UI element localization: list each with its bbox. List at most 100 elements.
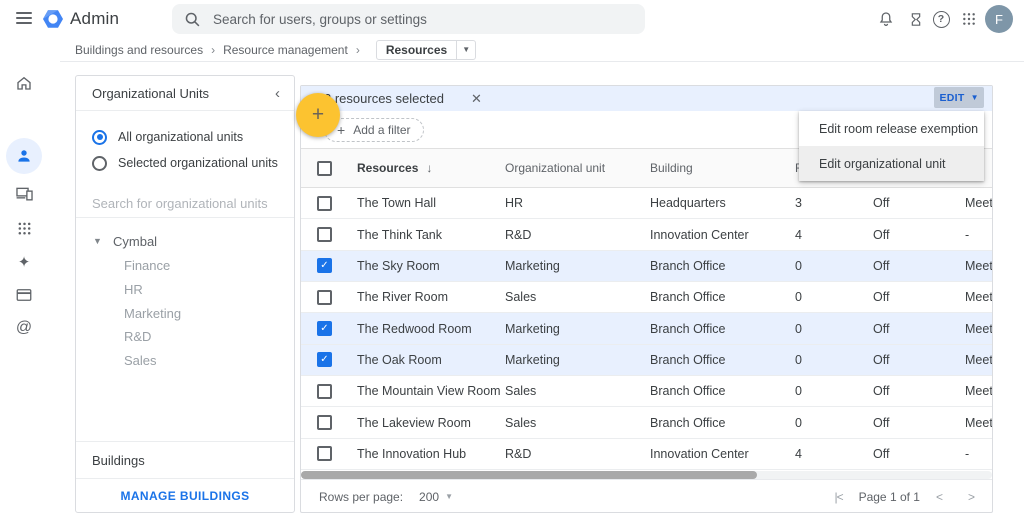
resource-name: The Think Tank xyxy=(357,228,505,242)
resource-building: Headquarters xyxy=(650,196,795,210)
resource-org-unit: Marketing xyxy=(505,322,650,336)
breadcrumb: Buildings and resources › Resource manag… xyxy=(60,38,1024,62)
tree-item-finance[interactable]: Finance xyxy=(76,254,294,278)
nav-directory-users-icon[interactable] xyxy=(13,145,35,167)
table-row[interactable]: ✓ The Redwood Room Marketing Branch Offi… xyxy=(301,313,992,344)
breadcrumb-buildings-and-resources[interactable]: Buildings and resources xyxy=(75,43,203,57)
column-header-building[interactable]: Building xyxy=(650,161,795,175)
resource-building: Branch Office xyxy=(650,384,795,398)
resource-floor: 0 xyxy=(795,353,873,367)
resource-name: The Redwood Room xyxy=(357,322,505,336)
product-name: Admin xyxy=(70,9,119,29)
tasks-hourglass-icon[interactable] xyxy=(906,9,926,29)
help-icon[interactable]: ? xyxy=(931,9,951,29)
menu-item-edit-organizational-unit[interactable]: Edit organizational unit xyxy=(799,146,984,181)
next-page-icon[interactable]: > xyxy=(968,490,974,504)
radio-selected-org-units[interactable]: Selected organizational units xyxy=(92,150,278,176)
table-row[interactable]: The Town Hall HR Headquarters 3 Off Meet xyxy=(301,188,992,219)
table-row[interactable]: The Think Tank R&D Innovation Center 4 O… xyxy=(301,219,992,250)
nav-generative-ai-sparkle-icon[interactable]: ✦ xyxy=(13,251,35,273)
clear-selection-icon[interactable]: ✕ xyxy=(471,91,482,107)
row-checkbox[interactable]: ✓ xyxy=(317,352,332,367)
edit-button[interactable]: EDIT ▼ xyxy=(934,87,984,108)
org-units-search[interactable] xyxy=(76,190,294,218)
rows-per-page-select[interactable]: 200 ▼ xyxy=(419,490,453,504)
breadcrumb-current-page-chip[interactable]: Resources ▼ xyxy=(376,40,476,60)
resource-org-unit: R&D xyxy=(505,447,650,461)
tree-expand-icon[interactable]: ▼ xyxy=(93,236,107,246)
row-checkbox[interactable] xyxy=(317,384,332,399)
breadcrumb-separator-icon: › xyxy=(356,43,360,57)
resource-org-unit: Marketing xyxy=(505,259,650,273)
resource-org-unit: Sales xyxy=(505,290,650,304)
column-header-organizational-unit[interactable]: Organizational unit xyxy=(505,161,650,175)
select-all-checkbox[interactable] xyxy=(317,161,332,176)
table-footer: Rows per page: 200 ▼ |< Page 1 of 1 < > xyxy=(301,479,992,513)
resource-name: The Lakeview Room xyxy=(357,416,505,430)
resource-name: The River Room xyxy=(357,290,505,304)
search-input[interactable] xyxy=(213,12,633,27)
resource-auto-release: Off xyxy=(873,416,965,430)
chevron-down-icon: ▼ xyxy=(971,93,979,102)
resource-auto-release: Off xyxy=(873,447,965,461)
resource-building: Branch Office xyxy=(650,322,795,336)
breadcrumb-separator-icon: › xyxy=(211,43,215,57)
main-menu-icon[interactable] xyxy=(16,12,32,24)
nav-billing-icon[interactable] xyxy=(13,284,35,306)
collapse-panel-chevron-icon[interactable]: ‹ xyxy=(275,85,280,102)
manage-buildings-button[interactable]: MANAGE BUILDINGS xyxy=(76,478,294,512)
tree-item-cymbal[interactable]: ▼ Cymbal xyxy=(76,228,294,254)
selection-count: 3 resources selected xyxy=(324,91,444,106)
resource-auto-release: Off xyxy=(873,259,965,273)
table-row[interactable]: ✓ The Oak Room Marketing Branch Office 0… xyxy=(301,345,992,376)
table-row[interactable]: The Mountain View Room Sales Branch Offi… xyxy=(301,376,992,407)
edit-dropdown-menu: Edit room release exemption Edit organiz… xyxy=(799,111,984,181)
chevron-down-icon[interactable]: ▼ xyxy=(456,41,475,59)
selection-toolbar: 3 resources selected ✕ EDIT ▼ xyxy=(301,86,992,111)
table-row[interactable]: The Innovation Hub R&D Innovation Center… xyxy=(301,439,992,470)
resource-floor: 0 xyxy=(795,259,873,273)
menu-item-edit-room-release-exemption[interactable]: Edit room release exemption xyxy=(799,111,984,146)
row-checkbox[interactable] xyxy=(317,227,332,242)
breadcrumb-resource-management[interactable]: Resource management xyxy=(223,43,348,57)
apps-grid-icon[interactable] xyxy=(959,9,979,29)
nav-account-at-icon[interactable]: @ xyxy=(13,317,35,339)
table-row[interactable]: The River Room Sales Branch Office 0 Off… xyxy=(301,282,992,313)
page-indicator: Page 1 of 1 xyxy=(859,490,920,504)
resource-building: Branch Office xyxy=(650,290,795,304)
search-bar[interactable] xyxy=(172,4,645,34)
tree-item-sales[interactable]: Sales xyxy=(76,349,294,373)
row-checkbox[interactable] xyxy=(317,196,332,211)
nav-apps-icon[interactable] xyxy=(13,217,35,239)
row-checkbox[interactable] xyxy=(317,415,332,430)
tree-item-r-d[interactable]: R&D xyxy=(76,325,294,349)
org-units-search-input[interactable] xyxy=(92,190,278,217)
tree-item-marketing[interactable]: Marketing xyxy=(76,301,294,325)
plus-icon: + xyxy=(337,122,345,138)
row-checkbox[interactable] xyxy=(317,290,332,305)
tree-item-hr[interactable]: HR xyxy=(76,278,294,302)
previous-page-icon[interactable]: < xyxy=(936,490,942,504)
resource-name: The Sky Room xyxy=(357,259,505,273)
horizontal-scrollbar[interactable] xyxy=(301,471,992,479)
column-header-resources[interactable]: Resources↓ xyxy=(357,161,505,175)
notifications-bell-icon[interactable] xyxy=(876,9,896,29)
table-row[interactable]: The Lakeview Room Sales Branch Office 0 … xyxy=(301,407,992,438)
resource-name: The Oak Room xyxy=(357,353,505,367)
table-row[interactable]: ✓ The Sky Room Marketing Branch Office 0… xyxy=(301,251,992,282)
row-checkbox[interactable]: ✓ xyxy=(317,258,332,273)
resource-floor: 0 xyxy=(795,416,873,430)
search-icon xyxy=(184,11,201,28)
row-checkbox[interactable]: ✓ xyxy=(317,321,332,336)
nav-home-icon[interactable] xyxy=(13,72,35,94)
first-page-icon[interactable]: |< xyxy=(834,490,842,504)
resource-org-unit: R&D xyxy=(505,228,650,242)
radio-all-org-units[interactable]: All organizational units xyxy=(92,124,278,150)
nav-devices-icon[interactable] xyxy=(13,182,35,204)
resource-name: The Town Hall xyxy=(357,196,505,210)
scrollbar-thumb[interactable] xyxy=(301,471,757,479)
resource-building: Branch Office xyxy=(650,259,795,273)
add-resource-fab[interactable]: + xyxy=(296,93,340,137)
row-checkbox[interactable] xyxy=(317,446,332,461)
user-avatar[interactable]: F xyxy=(985,5,1013,33)
